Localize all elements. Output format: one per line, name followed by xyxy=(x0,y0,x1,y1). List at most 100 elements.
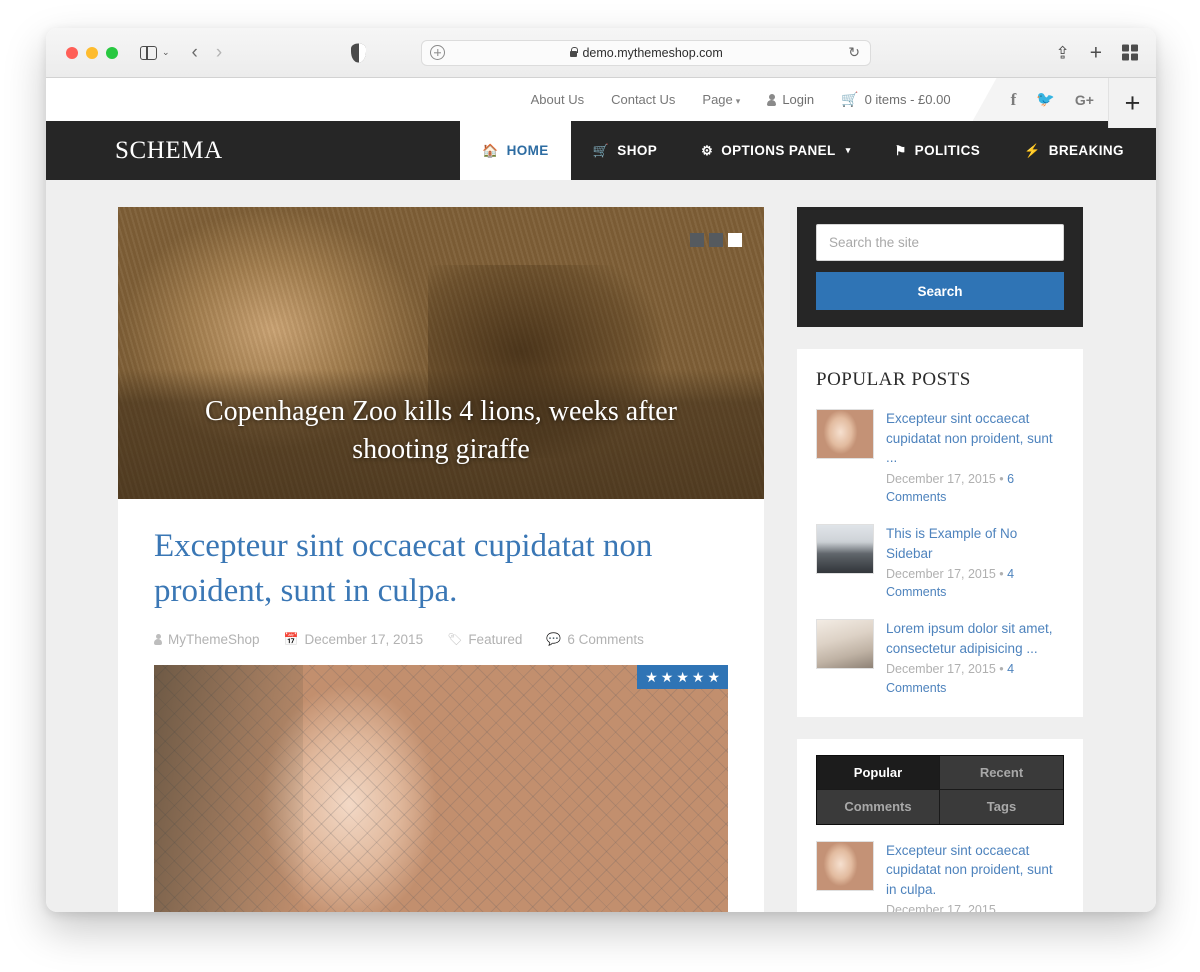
post-meta: December 17, 2015 xyxy=(886,901,1064,912)
main-navigation: 🏠 HOME 🛒 SHOP ⚙ OPTIONS PANEL ▾ ⚑ POLITI… xyxy=(460,121,1146,180)
post-thumbnail[interactable] xyxy=(816,619,874,670)
post-title-link[interactable]: Lorem ipsum dolor sit amet, consectetur … xyxy=(886,619,1064,658)
site-header: SCHEMA 🏠 HOME 🛒 SHOP ⚙ OPTIONS PANEL ▾ ⚑ xyxy=(46,121,1156,180)
post-thumbnail[interactable] xyxy=(816,523,874,574)
post-date: December 17, 2015 xyxy=(886,471,996,486)
topbar-login[interactable]: Login xyxy=(767,92,814,107)
search-button[interactable]: Search xyxy=(816,272,1064,310)
forward-button[interactable]: › xyxy=(216,42,222,64)
close-window-button[interactable] xyxy=(66,46,78,59)
facebook-icon[interactable]: f xyxy=(1011,91,1017,108)
reload-button[interactable]: ↻ xyxy=(848,44,860,61)
post-meta: December 17, 2015 • 6 Comments xyxy=(886,470,1064,506)
window-controls xyxy=(66,46,118,59)
calendar-icon: 📅 xyxy=(283,632,299,647)
post-body: Excepteur sint occaecat cupidatat non pr… xyxy=(886,841,1064,912)
star-icon: ★ xyxy=(691,668,705,685)
slider-dot-2[interactable] xyxy=(709,233,723,247)
topbar-link-page[interactable]: Page ▾ xyxy=(702,92,740,107)
nav-item-shop[interactable]: 🛒 SHOP xyxy=(571,121,679,180)
topbar-link-contact-us[interactable]: Contact Us xyxy=(611,92,675,107)
slider-dot-3-active[interactable] xyxy=(728,233,742,247)
star-icon: ★ xyxy=(645,668,658,685)
lock-icon xyxy=(570,46,579,57)
featured-slider[interactable]: Copenhagen Zoo kills 4 lions, weeks afte… xyxy=(118,207,764,499)
meta-comments[interactable]: 💬 6 Comments xyxy=(546,632,643,647)
post-body: This is Example of No Sidebar December 1… xyxy=(886,524,1064,601)
tab-overview-icon[interactable] xyxy=(1122,44,1138,61)
chevron-down-icon: ▾ xyxy=(735,96,741,106)
nav-item-politics[interactable]: ⚑ POLITICS xyxy=(873,121,1003,180)
star-icon: ★ xyxy=(660,668,674,685)
list-item[interactable]: Lorem ipsum dolor sit amet, consectetur … xyxy=(816,619,1064,696)
nav-item-options-panel[interactable]: ⚙ OPTIONS PANEL ▾ xyxy=(679,121,872,180)
twitter-icon[interactable]: 🐦 xyxy=(1036,92,1055,107)
bolt-icon: ⚡ xyxy=(1024,143,1041,158)
list-item[interactable]: This is Example of No Sidebar December 1… xyxy=(816,523,1064,601)
topbar-link-label: Page xyxy=(702,92,733,107)
post-title-link[interactable]: Excepteur sint occaecat cupidatat non pr… xyxy=(886,409,1064,468)
post-body: Excepteur sint occaecat cupidatat non pr… xyxy=(886,409,1064,506)
topbar-link-about-us[interactable]: About Us xyxy=(531,92,584,107)
url-text-container: demo.mythemeshop.com xyxy=(445,46,848,60)
article-featured-image[interactable]: ★ ★ ★ ★ ★ xyxy=(154,664,728,912)
googleplus-icon[interactable]: G+ xyxy=(1075,93,1094,107)
popular-posts-widget: POPULAR POSTS Excepteur sint occaecat cu… xyxy=(797,349,1083,717)
article-title[interactable]: Excepteur sint occaecat cupidatat non pr… xyxy=(154,524,728,614)
tab-comments[interactable]: Comments xyxy=(817,789,940,824)
site-logo[interactable]: SCHEMA xyxy=(46,121,460,180)
tab-recent[interactable]: Recent xyxy=(940,755,1063,790)
cart-label: 0 items - £0.00 xyxy=(864,92,951,107)
slider-caption: Copenhagen Zoo kills 4 lions, weeks afte… xyxy=(118,368,764,499)
share-icon[interactable]: ⇪ xyxy=(1055,44,1069,61)
tab-tags[interactable]: Tags xyxy=(940,789,1063,824)
reader-view-icon[interactable] xyxy=(430,45,445,60)
post-date: December 17, 2015 xyxy=(886,662,996,677)
topbar-cart[interactable]: 🛒 0 items - £0.00 xyxy=(841,91,950,108)
site-topbar: About Us Contact Us Page ▾ Login 🛒 0 item… xyxy=(46,78,1156,121)
post-thumbnail[interactable] xyxy=(816,409,874,459)
minimize-window-button[interactable] xyxy=(86,46,98,59)
slider-dot-1[interactable] xyxy=(690,233,704,247)
new-tab-icon[interactable]: + xyxy=(1090,42,1102,63)
post-thumbnail[interactable] xyxy=(816,840,874,891)
meta-author[interactable]: MyThemeShop xyxy=(154,632,260,647)
search-input[interactable] xyxy=(816,224,1064,261)
article-image-woman-fence xyxy=(154,664,728,912)
main-column: Copenhagen Zoo kills 4 lions, weeks afte… xyxy=(118,207,764,912)
article-card: Excepteur sint occaecat cupidatat non pr… xyxy=(118,499,764,912)
nav-item-home[interactable]: 🏠 HOME xyxy=(460,121,571,180)
slider-headline[interactable]: Copenhagen Zoo kills 4 lions, weeks afte… xyxy=(154,393,728,469)
list-item[interactable]: Excepteur sint occaecat cupidatat non pr… xyxy=(816,409,1064,506)
nav-label: BREAKING xyxy=(1048,143,1124,158)
topbar-link-label: About Us xyxy=(530,92,585,107)
tabs-widget: Popular Recent Comments Tags Excepteur s… xyxy=(797,738,1083,912)
toolbar-right-actions: ⇪ + xyxy=(1055,42,1138,63)
sidebar-toggle-button[interactable]: ⌄ xyxy=(140,45,170,60)
sidebar: Search POPULAR POSTS Excepteur sint occa… xyxy=(797,207,1083,912)
meta-category[interactable]: 🏷 Featured xyxy=(447,632,522,647)
rating-badge: ★ ★ ★ ★ ★ xyxy=(637,664,728,689)
post-body: Lorem ipsum dolor sit amet, consectetur … xyxy=(886,619,1064,696)
tab-popular[interactable]: Popular xyxy=(817,755,940,790)
nav-label: SHOP xyxy=(617,143,658,158)
chevron-down-icon: ⌄ xyxy=(162,47,170,57)
post-title-link[interactable]: Excepteur sint occaecat cupidatat non pr… xyxy=(886,841,1064,900)
page-content: Copenhagen Zoo kills 4 lions, weeks afte… xyxy=(46,180,1156,912)
privacy-shield-icon[interactable] xyxy=(351,43,366,62)
add-overlay-button[interactable]: + xyxy=(1108,78,1156,128)
post-date: December 17, 2015 xyxy=(886,903,996,912)
gear-icon: ⚙ xyxy=(701,143,714,158)
widget-title: POPULAR POSTS xyxy=(816,369,971,390)
post-title-link[interactable]: This is Example of No Sidebar xyxy=(886,524,1064,563)
post-date: December 17, 2015 xyxy=(886,567,996,582)
address-bar[interactable]: demo.mythemeshop.com ↻ xyxy=(421,39,871,66)
maximize-window-button[interactable] xyxy=(106,46,118,59)
nav-item-breaking[interactable]: ⚡ BREAKING xyxy=(1002,121,1146,180)
post-meta: December 17, 2015 • 4 Comments xyxy=(886,565,1064,601)
navigation-arrows: ‹ › xyxy=(192,42,223,64)
tab-panel: Excepteur sint occaecat cupidatat non pr… xyxy=(816,840,1064,912)
meta-date-label: December 17, 2015 xyxy=(304,631,424,647)
back-button[interactable]: ‹ xyxy=(192,42,198,64)
tab-list: Popular Recent Comments Tags xyxy=(816,754,1064,825)
